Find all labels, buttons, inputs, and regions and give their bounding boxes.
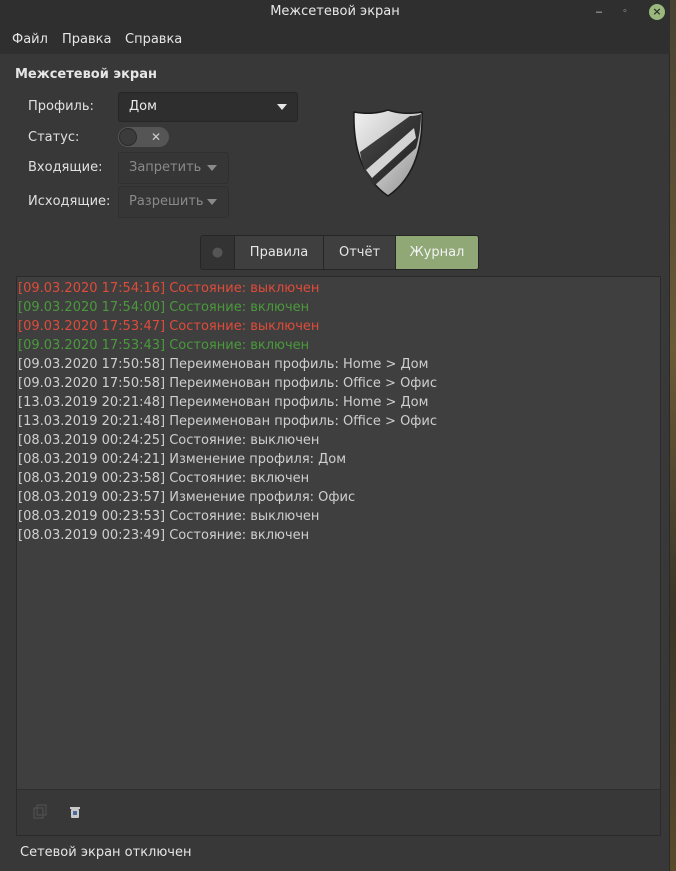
log-panel[interactable]: [09.03.2020 17:54:16] Состояние: выключе… <box>16 276 661 836</box>
outgoing-select[interactable]: Разрешить <box>118 186 229 218</box>
log-entry: [09.03.2020 17:53:47] Состояние: выключе… <box>18 319 320 334</box>
status-switch[interactable]: ✕ <box>118 127 169 147</box>
shield-icon <box>352 108 424 198</box>
copy-icon[interactable] <box>32 804 48 820</box>
chevron-down-icon <box>207 165 217 171</box>
log-entry: [08.03.2019 00:23:57] Изменение профиля:… <box>18 490 356 505</box>
title-bar[interactable]: Межсетевой экран ‒ ◦ × <box>0 0 670 26</box>
log-list: [09.03.2020 17:54:16] Состояние: выключе… <box>18 279 437 545</box>
tab-report[interactable]: Отчёт <box>324 236 396 269</box>
outgoing-value: Разрешить <box>129 194 204 209</box>
incoming-value: Запретить <box>129 160 202 175</box>
log-entry: [08.03.2019 00:24:21] Изменение профиля:… <box>18 452 347 467</box>
status-label: Статус: <box>28 130 80 145</box>
outgoing-label: Исходящие: <box>28 194 111 209</box>
status-bar: Сетевой экран отключен <box>20 845 192 860</box>
menu-file[interactable]: Файл <box>12 32 48 47</box>
chevron-down-icon <box>207 199 217 205</box>
minimize-button[interactable]: ‒ <box>591 4 607 20</box>
incoming-select[interactable]: Запретить <box>118 152 229 184</box>
trash-icon[interactable] <box>67 804 83 820</box>
tab-journal[interactable]: Журнал <box>396 236 478 269</box>
tab-rules[interactable]: Правила <box>235 236 324 269</box>
log-entry: [13.03.2019 20:21:48] Переименован профи… <box>18 395 429 410</box>
firewall-window: Межсетевой экран ‒ ◦ × Файл Правка Справ… <box>0 0 670 871</box>
tab-bar: ● Правила Отчёт Журнал <box>200 235 479 270</box>
log-toolbar <box>17 789 660 835</box>
incoming-label: Входящие: <box>28 160 103 175</box>
close-button[interactable]: × <box>649 4 665 20</box>
chevron-down-icon <box>277 104 287 110</box>
switch-knob <box>119 128 137 146</box>
menu-help[interactable]: Справка <box>125 32 182 47</box>
log-entry: [13.03.2019 20:21:48] Переименован профи… <box>18 414 438 429</box>
profile-value: Дом <box>129 99 157 114</box>
log-entry: [08.03.2019 00:23:49] Состояние: включен <box>18 528 310 543</box>
log-entry: [09.03.2020 17:54:16] Состояние: выключе… <box>18 281 320 296</box>
log-entry: [08.03.2019 00:24:25] Состояние: выключе… <box>18 433 320 448</box>
log-entry: [09.03.2020 17:54:00] Состояние: включен <box>18 300 310 315</box>
log-entry: [09.03.2020 17:53:43] Состояние: включен <box>18 338 310 353</box>
log-entry: [09.03.2020 17:50:58] Переименован профи… <box>18 357 429 372</box>
profile-label: Профиль: <box>28 99 94 114</box>
profile-select[interactable]: Дом <box>118 92 298 122</box>
tab-home[interactable]: ● <box>201 236 235 269</box>
off-icon: ✕ <box>151 130 162 144</box>
log-entry: [08.03.2019 00:23:53] Состояние: выключе… <box>18 509 320 524</box>
home-icon: ● <box>211 245 224 260</box>
section-title: Межсетевой экран <box>15 67 157 82</box>
desktop-background <box>670 0 676 871</box>
log-entry: [08.03.2019 00:23:58] Состояние: включен <box>18 471 310 486</box>
maximize-button[interactable]: ◦ <box>617 4 633 20</box>
window-title: Межсетевой экран <box>270 4 400 19</box>
menu-bar: Файл Правка Справка <box>0 26 670 54</box>
menu-edit[interactable]: Правка <box>62 32 111 47</box>
log-entry: [09.03.2020 17:50:58] Переименован профи… <box>18 376 438 391</box>
